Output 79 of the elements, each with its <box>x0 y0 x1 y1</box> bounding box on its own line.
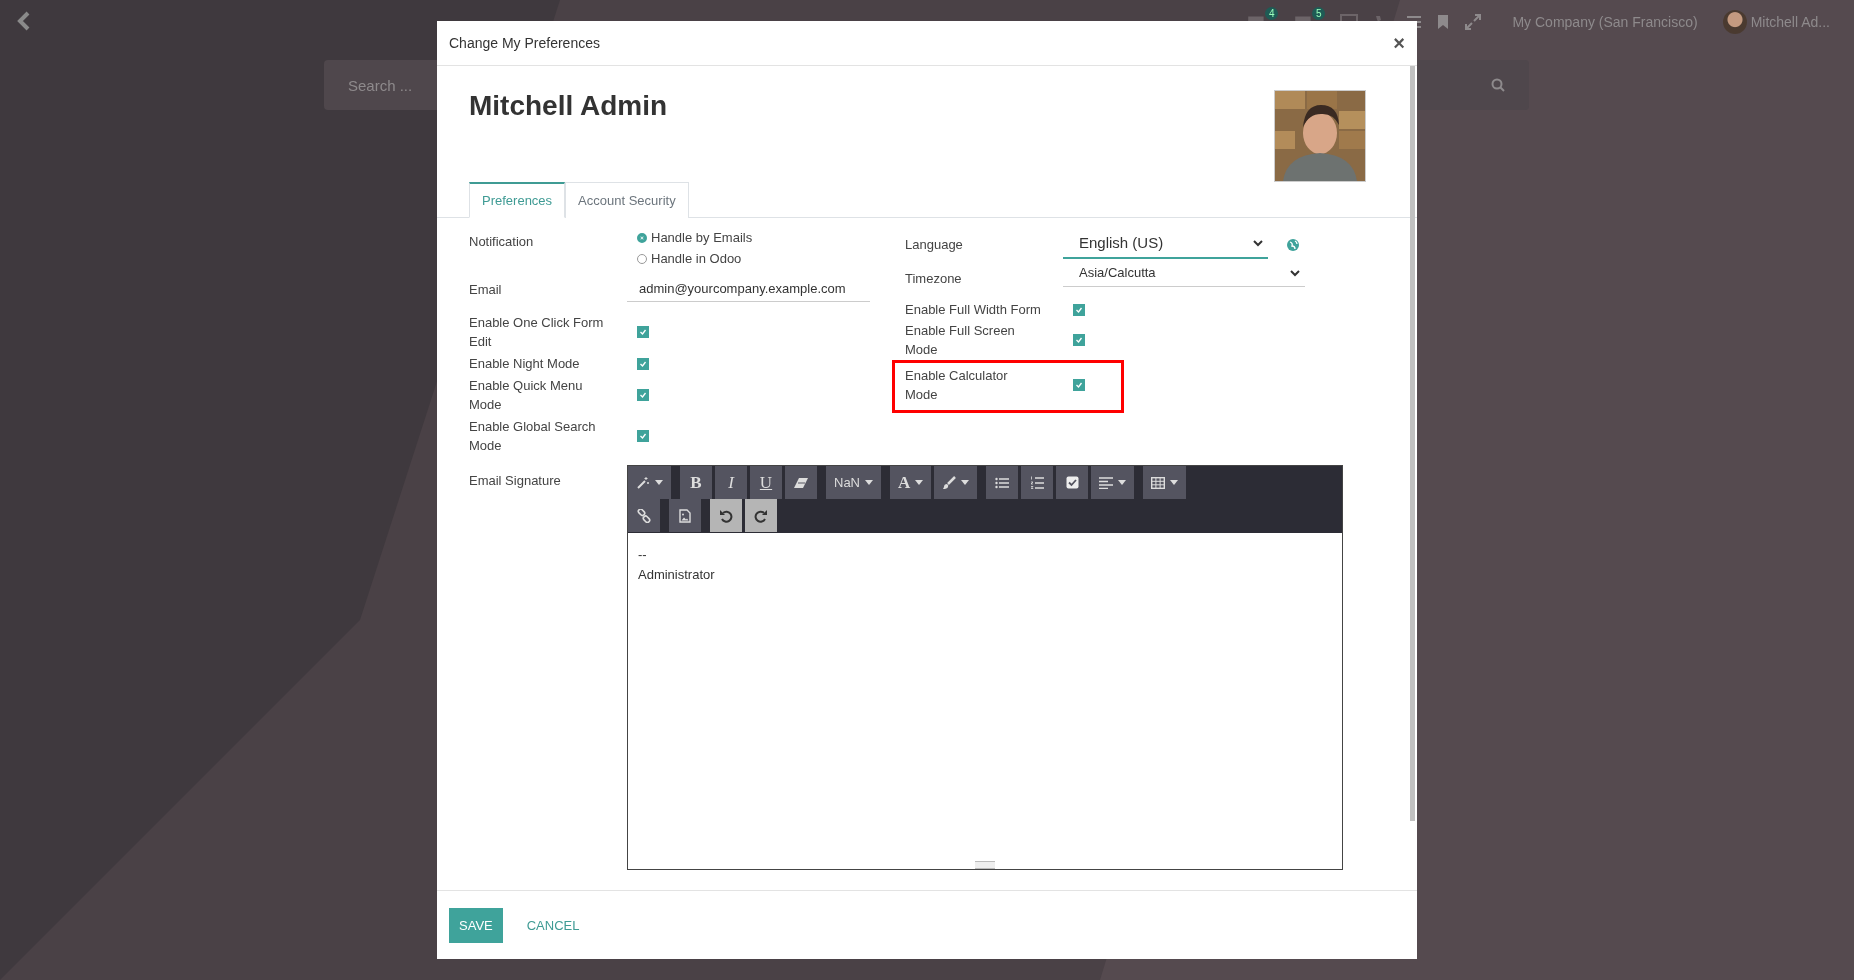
eraser-button[interactable] <box>785 466 817 499</box>
language-select[interactable]: English (US) <box>1063 230 1268 259</box>
user-name: Mitchell Admin <box>469 90 668 123</box>
image-icon <box>679 508 691 523</box>
field-label: Email Signature <box>469 472 562 490</box>
tab[interactable]: Account Security <box>565 182 689 218</box>
brush-button[interactable] <box>934 466 978 499</box>
image-button[interactable] <box>669 499 701 532</box>
checkmark-icon <box>638 431 648 441</box>
field-label: Enable Calculator Mode <box>905 367 1009 404</box>
checkbox[interactable] <box>637 389 649 401</box>
field-label: Enable Global Search Mode <box>469 418 597 455</box>
underline-button[interactable]: U <box>750 466 782 499</box>
caret-icon <box>915 480 924 485</box>
field-label: Notification <box>469 233 535 251</box>
checklist-button[interactable] <box>1056 466 1089 499</box>
signature-text: -- <box>638 546 648 564</box>
checkbox[interactable] <box>1073 379 1085 391</box>
expand-icon[interactable] <box>1464 13 1483 31</box>
caret-icon <box>655 480 663 485</box>
checkbox[interactable] <box>1073 334 1085 346</box>
caret-icon <box>865 480 873 485</box>
caret-icon <box>1170 480 1179 485</box>
fontsize-button[interactable]: NaN <box>826 466 881 499</box>
magic-wand-icon <box>636 475 650 490</box>
checkmark-icon <box>638 390 648 400</box>
forecolor-button[interactable]: A <box>890 466 932 499</box>
checkbox[interactable] <box>637 326 649 338</box>
checkbox-icon <box>1065 476 1079 489</box>
ul-button[interactable] <box>986 466 1019 499</box>
field-label: Enable Full Screen Mode <box>905 322 1016 359</box>
resize-handle[interactable] <box>975 861 995 869</box>
align-left-icon <box>1099 476 1114 489</box>
chevron-down-icon <box>1289 268 1301 277</box>
field-label: Enable Quick Menu Mode <box>469 377 584 414</box>
checkbox[interactable] <box>637 430 649 442</box>
tab[interactable]: Preferences <box>469 182 566 218</box>
align-button[interactable] <box>1091 466 1135 499</box>
bookmark-icon[interactable] <box>1437 14 1450 30</box>
table-icon <box>1151 476 1166 489</box>
globe-icon[interactable] <box>1286 237 1300 252</box>
checkmark-icon <box>1074 380 1084 390</box>
field-label: Timezone <box>905 270 963 288</box>
checkbox[interactable] <box>637 357 649 370</box>
scrollbar[interactable] <box>1410 66 1415 821</box>
italic-button[interactable]: I <box>715 466 747 499</box>
eraser-icon <box>793 476 809 489</box>
field-label: Enable One Click Form Edit <box>469 314 605 351</box>
dialog-title: Change My Preferences <box>449 35 600 51</box>
numbered-list-icon <box>1030 475 1045 490</box>
link-icon <box>637 508 651 523</box>
cancel-button[interactable]: CANCEL <box>516 907 590 943</box>
field-label: Enable Full Width Form <box>905 301 1042 319</box>
radio-option[interactable]: Handle by Emails <box>637 230 753 245</box>
redo-icon <box>754 508 768 523</box>
style-button[interactable] <box>628 466 671 499</box>
ol-button[interactable] <box>1021 466 1054 499</box>
brush-icon <box>942 475 957 490</box>
caret-icon <box>1118 480 1127 485</box>
undo-icon <box>719 508 733 523</box>
checkmark-icon <box>1074 335 1084 345</box>
field-label: Enable Night Mode <box>469 355 581 373</box>
checkbox[interactable] <box>1073 303 1085 316</box>
rich-text-editor[interactable]: B I U NaN A -- Administrator <box>627 465 1343 870</box>
save-button[interactable]: SAVE <box>449 907 503 943</box>
checkmark-icon <box>638 327 648 337</box>
field-label: Email <box>469 280 503 299</box>
search-icon[interactable] <box>1491 78 1505 92</box>
bold-button[interactable]: B <box>680 466 712 499</box>
field-label: Language <box>905 236 964 254</box>
signature-text: Administrator <box>638 566 716 584</box>
table-button[interactable] <box>1143 466 1187 499</box>
caret-icon <box>961 480 970 485</box>
bullet-list-icon <box>995 476 1010 489</box>
timezone-select[interactable]: Asia/Calcutta <box>1063 261 1305 287</box>
chevron-down-icon <box>1252 238 1264 247</box>
link-button[interactable] <box>628 499 660 532</box>
radio-option[interactable]: Handle in Odoo <box>637 251 753 266</box>
close-button[interactable]: × <box>1393 31 1405 55</box>
